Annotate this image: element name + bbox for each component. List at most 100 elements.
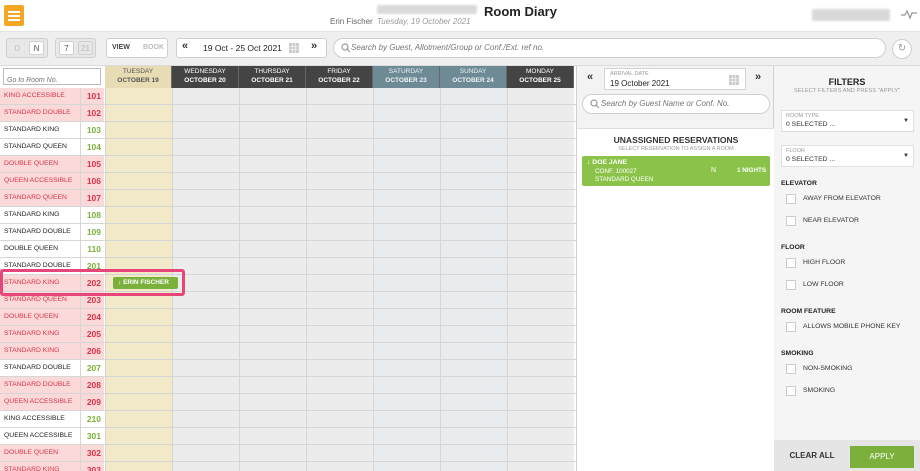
diary-cell[interactable]: [105, 428, 172, 444]
diary-cell[interactable]: [172, 190, 239, 206]
diary-cell[interactable]: [440, 326, 507, 342]
diary-cell[interactable]: [306, 275, 373, 291]
filter-option[interactable]: SMOKING: [781, 383, 916, 400]
room-number[interactable]: 107: [80, 190, 104, 206]
room-number[interactable]: 209: [80, 394, 104, 410]
diary-cell[interactable]: [440, 445, 507, 461]
activity-pulse-icon[interactable]: [901, 8, 917, 20]
night-view-button[interactable]: N: [29, 41, 44, 55]
diary-cell[interactable]: [306, 122, 373, 138]
diary-cell[interactable]: [239, 105, 306, 121]
room-number[interactable]: 301: [80, 428, 104, 444]
diary-cell[interactable]: [172, 462, 239, 471]
diary-cell[interactable]: [440, 428, 507, 444]
room-number[interactable]: 108: [80, 207, 104, 223]
room-number[interactable]: 210: [80, 411, 104, 427]
filter-option[interactable]: HIGH FLOOR: [781, 255, 916, 272]
diary-cell[interactable]: [306, 258, 373, 274]
diary-cell[interactable]: [507, 462, 574, 471]
diary-cell[interactable]: [306, 309, 373, 325]
clear-all-button[interactable]: CLEAR ALL: [774, 440, 850, 471]
diary-cell[interactable]: [507, 258, 574, 274]
filter-option[interactable]: NON-SMOKING: [781, 361, 916, 378]
twentyone-day-button[interactable]: 21: [78, 41, 93, 55]
diary-cell[interactable]: [105, 377, 172, 393]
diary-cell[interactable]: [105, 122, 172, 138]
diary-cell[interactable]: [239, 394, 306, 410]
diary-cell[interactable]: [507, 394, 574, 410]
diary-cell[interactable]: [306, 139, 373, 155]
diary-cell[interactable]: [105, 343, 172, 359]
room-number[interactable]: 103: [80, 122, 104, 138]
calendar-grid-icon[interactable]: [729, 75, 739, 85]
prev-date-icon[interactable]: «: [587, 71, 593, 83]
diary-cell[interactable]: [373, 445, 440, 461]
diary-cell[interactable]: [306, 173, 373, 189]
diary-cell[interactable]: [373, 343, 440, 359]
diary-cell[interactable]: [373, 275, 440, 291]
diary-cell[interactable]: [306, 377, 373, 393]
diary-cell[interactable]: [507, 343, 574, 359]
apply-button[interactable]: APPLY: [850, 446, 914, 468]
diary-cell[interactable]: [306, 411, 373, 427]
diary-cell[interactable]: [172, 105, 239, 121]
room-number[interactable]: 106: [80, 173, 104, 189]
diary-cell[interactable]: [105, 88, 172, 104]
diary-cell[interactable]: [306, 445, 373, 461]
diary-cell[interactable]: [239, 88, 306, 104]
diary-cell[interactable]: [440, 275, 507, 291]
diary-cell[interactable]: [373, 292, 440, 308]
checkbox[interactable]: [786, 386, 796, 396]
diary-cell[interactable]: [440, 462, 507, 471]
diary-cell[interactable]: [239, 173, 306, 189]
diary-cell[interactable]: [373, 105, 440, 121]
diary-cell[interactable]: [507, 105, 574, 121]
diary-cell[interactable]: [105, 445, 172, 461]
filter-option[interactable]: NEAR ELEVATOR: [781, 213, 916, 230]
diary-cell[interactable]: [239, 411, 306, 427]
checkbox[interactable]: [786, 258, 796, 268]
diary-cell[interactable]: [306, 207, 373, 223]
diary-cell[interactable]: [239, 224, 306, 240]
diary-cell[interactable]: [373, 156, 440, 172]
diary-cell[interactable]: [239, 207, 306, 223]
diary-cell[interactable]: [440, 258, 507, 274]
diary-cell[interactable]: [373, 309, 440, 325]
diary-cell[interactable]: [239, 275, 306, 291]
diary-cell[interactable]: [105, 241, 172, 257]
diary-cell[interactable]: [373, 207, 440, 223]
diary-cell[interactable]: [373, 88, 440, 104]
diary-cell[interactable]: [105, 326, 172, 342]
room-number[interactable]: 206: [80, 343, 104, 359]
room-number[interactable]: 104: [80, 139, 104, 155]
diary-cell[interactable]: [507, 88, 574, 104]
diary-cell[interactable]: [373, 258, 440, 274]
diary-cell[interactable]: [105, 190, 172, 206]
diary-cell[interactable]: [373, 224, 440, 240]
room-number[interactable]: 105: [80, 156, 104, 172]
diary-cell[interactable]: [440, 377, 507, 393]
diary-cell[interactable]: [440, 207, 507, 223]
diary-cell[interactable]: [440, 309, 507, 325]
diary-cell[interactable]: [507, 173, 574, 189]
diary-cell[interactable]: [507, 360, 574, 376]
diary-cell[interactable]: [507, 445, 574, 461]
diary-cell[interactable]: [239, 309, 306, 325]
prev-week-icon[interactable]: «: [182, 40, 188, 52]
book-mode-button[interactable]: BOOK: [143, 39, 164, 57]
room-number[interactable]: 208: [80, 377, 104, 393]
diary-cell[interactable]: [440, 394, 507, 410]
diary-cell[interactable]: [306, 326, 373, 342]
diary-cell[interactable]: [239, 360, 306, 376]
diary-cell[interactable]: [507, 156, 574, 172]
diary-cell[interactable]: [239, 462, 306, 471]
diary-cell[interactable]: [306, 428, 373, 444]
diary-cell[interactable]: [440, 139, 507, 155]
room-number[interactable]: 207: [80, 360, 104, 376]
diary-cell[interactable]: [172, 326, 239, 342]
diary-cell[interactable]: [105, 224, 172, 240]
diary-cell[interactable]: [239, 292, 306, 308]
room-number[interactable]: 205: [80, 326, 104, 342]
seven-day-button[interactable]: 7: [59, 41, 74, 55]
diary-cell[interactable]: [239, 139, 306, 155]
